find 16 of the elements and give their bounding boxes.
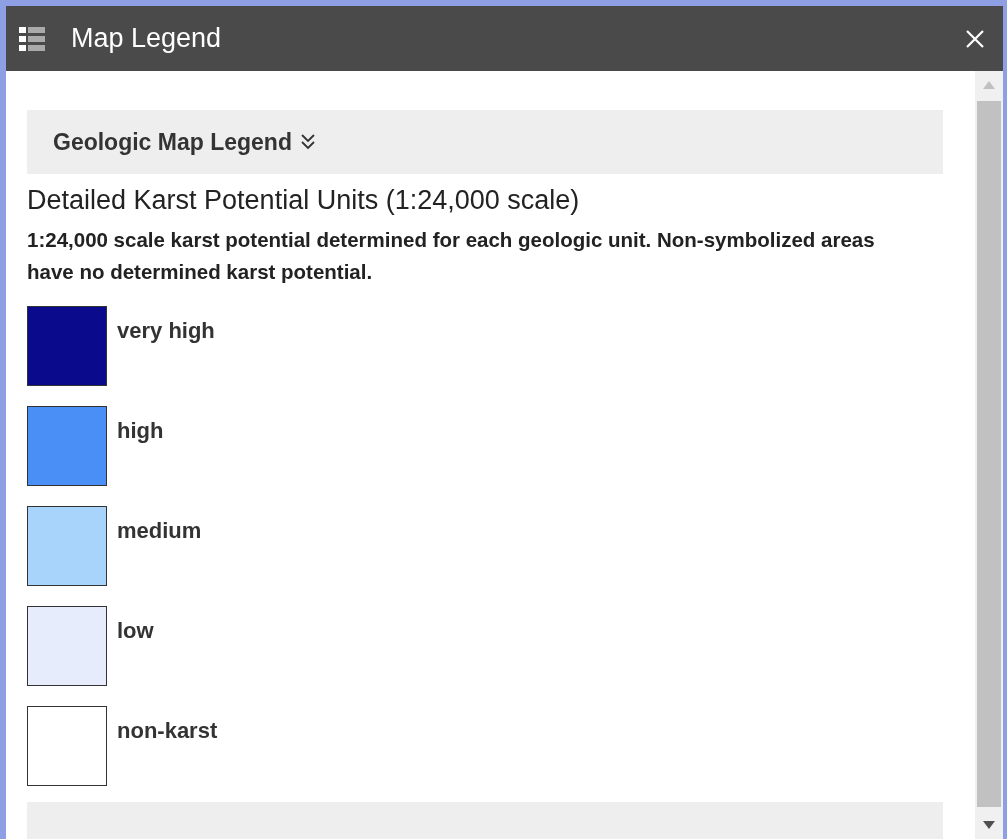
legend-label: non-karst	[117, 717, 218, 745]
legend-label: low	[117, 617, 154, 645]
layer-title: Detailed Karst Potential Units (1:24,000 scale)	[27, 184, 581, 217]
scrollbar-thumb[interactable]	[977, 101, 1001, 807]
scrollbar[interactable]	[975, 71, 1003, 839]
window-title: Map Legend	[71, 22, 222, 56]
legend-label: medium	[117, 517, 202, 545]
section-header[interactable]: Geologic Map Legend	[27, 110, 943, 174]
legend-label: high	[117, 417, 164, 445]
legend-label: very high	[117, 317, 215, 345]
layer-description: 1:24,000 scale karst potential determined for each geologic unit. Non-symbolized areas have no determined karst potential.	[27, 227, 876, 285]
double-chevron-down-icon	[299, 133, 316, 151]
close-icon	[965, 28, 985, 49]
list-icon	[19, 26, 45, 51]
scroll-up-icon	[983, 81, 995, 89]
scroll-down-icon	[983, 821, 995, 829]
